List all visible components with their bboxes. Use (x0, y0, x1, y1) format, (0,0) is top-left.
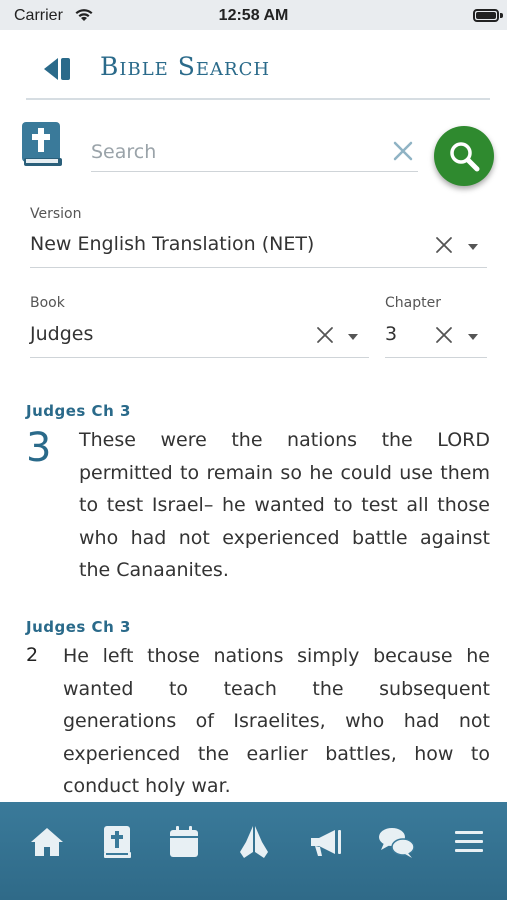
chapter-select[interactable]: 3 (385, 318, 487, 358)
bottom-nav (0, 802, 507, 900)
verse-reference: Judges Ch 3 (26, 402, 131, 420)
version-select[interactable]: New English Translation (NET) (30, 228, 487, 268)
battery-icon (473, 9, 499, 22)
chapter-label: Chapter (385, 295, 441, 311)
header-divider (26, 98, 490, 100)
home-icon[interactable] (27, 822, 67, 862)
status-bar: Carrier 12:58 AM (0, 0, 507, 30)
magnifier-icon (450, 142, 480, 172)
clear-search-icon[interactable] (392, 140, 414, 162)
book-select[interactable]: Judges (30, 318, 369, 358)
verse-number: 3 (26, 425, 52, 471)
praying-hands-icon[interactable] (234, 822, 274, 862)
bible-search-page: Bible Search Version New English Transla… (6, 30, 501, 802)
book-label: Book (30, 295, 65, 311)
version-value: New English Translation (NET) (30, 233, 315, 255)
version-label: Version (30, 206, 82, 222)
battery-tip (500, 13, 503, 18)
verse-reference: Judges Ch 3 (26, 618, 131, 636)
book-dropdown-icon[interactable] (348, 334, 358, 340)
bible-icon[interactable] (97, 822, 137, 862)
chat-icon[interactable] (376, 822, 416, 862)
clock: 12:58 AM (218, 7, 289, 24)
verse-text: These were the nations the LORD permitte… (79, 429, 490, 581)
chapter-value: 3 (385, 323, 398, 345)
chapter-dropdown-icon[interactable] (468, 334, 478, 340)
search-button[interactable] (434, 126, 494, 186)
menu-icon[interactable] (449, 822, 489, 862)
page-title: Bible Search (100, 52, 271, 81)
version-dropdown-icon[interactable] (468, 244, 478, 250)
clear-chapter-icon[interactable] (435, 326, 453, 344)
clear-version-icon[interactable] (435, 236, 453, 254)
bible-icon[interactable] (20, 120, 64, 168)
header: Bible Search (6, 30, 501, 100)
book-value: Judges (30, 323, 94, 345)
clear-book-icon[interactable] (316, 326, 334, 344)
calendar-icon[interactable] (164, 822, 204, 862)
back-icon[interactable] (40, 56, 76, 82)
verse-number: 2 (26, 644, 39, 666)
megaphone-icon[interactable] (305, 822, 345, 862)
search-field (91, 132, 418, 172)
search-input[interactable] (91, 136, 381, 168)
verse-text: He left those nations simply because he … (63, 645, 490, 797)
